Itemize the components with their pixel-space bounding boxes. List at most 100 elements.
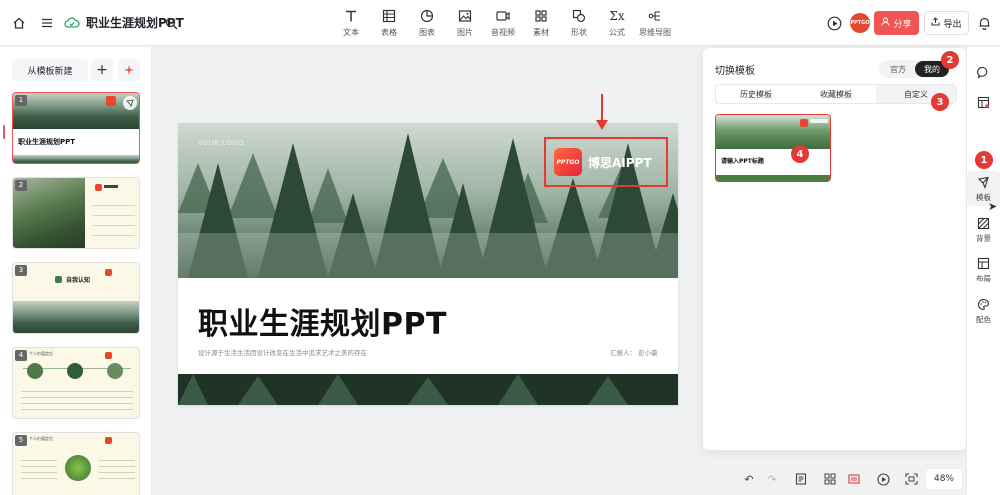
slide-thumbnail-3[interactable]: 3 自我认知 [12,262,140,334]
image-icon [457,8,473,24]
slide-title[interactable]: 职业生涯规划PPT [198,299,447,343]
sidebar-item-layout[interactable]: 布局 [967,255,1000,284]
step-badge-4: 4 [791,145,809,163]
thumbnail-circle-image [107,363,123,379]
thumbnail-title: 个人价值定位 [29,436,53,441]
mouse-cursor-icon: ➤ [988,200,998,213]
slide-list-panel: 从模板新建 + 1 职业生涯规划PPT 2 3 自我认知 4 个人价值定位 5 … [0,47,152,495]
tool-formula[interactable]: Σx 公式 [598,8,636,38]
shape-icon [571,8,587,24]
brand-logo: PPTGO [554,148,582,176]
active-slide-marker [3,125,5,139]
template-board-icon [976,94,992,110]
ai-generate-button[interactable] [118,59,140,81]
thumbnail-center-circle [65,455,91,481]
text-icon [343,8,359,24]
thumbnail-circle-image [67,363,83,379]
redo-icon[interactable]: ↷ [764,471,780,487]
slide-bottom-forest-image [178,374,678,405]
sidebar-item-color[interactable]: 配色 [967,296,1000,325]
mindmap-icon [647,8,663,24]
right-side-rail: 模板 背景 布局 配色 [966,47,1000,495]
step-badge-2: 2 [941,51,959,69]
current-slide[interactable]: YOUR LOGO PPTGO 博思AIPPT 职业生涯规划PPT 设计源于生活… [178,123,678,405]
add-slide-button[interactable]: + [91,59,113,81]
step-badge-1: 1 [975,151,993,169]
template-card[interactable]: 请输入PPT标题 [715,114,831,182]
assets-icon [533,8,549,24]
annotation-arrow-head [596,120,608,130]
home-icon[interactable] [10,14,28,32]
insert-toolbar: 文本 表格 图表 图片 音视频 素材 形状 Σx 公式 思维导图 [332,8,674,38]
play-icon[interactable] [875,471,891,487]
zoom-level[interactable]: 48% [926,469,962,489]
plus-icon: + [96,62,108,78]
template-icon[interactable] [123,96,137,110]
annotation-arrow [601,94,603,122]
thumbnail-title: 个人价值定位 [29,351,53,356]
editor-canvas: YOUR LOGO PPTGO 博思AIPPT 职业生涯规划PPT 设计源于生活… [153,47,700,495]
tool-text[interactable]: 文本 [332,8,370,38]
fit-screen-icon[interactable] [903,471,919,487]
grid-view-icon[interactable] [822,471,838,487]
export-button[interactable]: 导出 [924,11,969,35]
bell-icon[interactable] [975,14,993,32]
palette-icon [976,296,992,312]
sidebar-item-background[interactable]: 背景 [967,215,1000,244]
table-icon [381,8,397,24]
brand-name: 博思AIPPT [588,155,652,170]
thumbnail-circle-image [27,363,43,379]
tool-shape[interactable]: 形状 [560,8,598,38]
brand-logo-highlight[interactable]: PPTGO 博思AIPPT [544,137,668,187]
thumbnail-brand-logo [106,96,116,106]
comment-icon [976,64,992,80]
slide-thumbnail-5[interactable]: 5 个人价值定位 [12,432,140,495]
export-icon [931,17,940,29]
template-icon [976,174,992,190]
new-from-template-button[interactable]: 从模板新建 [12,59,88,81]
tab-favorites[interactable]: 收藏模板 [796,85,876,103]
slide-thumbnail-1[interactable]: 1 职业生涯规划PPT [12,92,140,164]
user-icon [881,17,890,29]
tool-image[interactable]: 图片 [446,8,484,38]
comment-button[interactable] [967,64,1000,80]
tool-chart[interactable]: 图表 [408,8,446,38]
video-icon [495,8,511,24]
thumbnail-forest-image [13,93,139,129]
cloud-icon [63,14,81,32]
thumbnail-forest-image [13,301,139,333]
share-button[interactable]: 分享 [874,11,919,35]
tool-assets[interactable]: 素材 [522,8,560,38]
undo-icon[interactable]: ↶ [741,471,757,487]
menu-icon[interactable] [38,14,56,32]
thumbnail-title: 自我认知 [66,277,91,284]
template-tabs: 历史模板 收藏模板 自定义 [715,84,957,104]
tool-mindmap[interactable]: 思维导图 [636,8,674,38]
notes-icon[interactable] [793,471,809,487]
formula-icon: Σx [609,9,625,23]
template-source-toggle: 官方 我的 [879,60,951,78]
step-badge-3: 3 [931,93,949,111]
thumbnail-content-lines [93,196,135,242]
tab-history[interactable]: 历史模板 [716,85,796,103]
tool-media[interactable]: 音视频 [484,8,522,38]
slide-thumbnail-2[interactable]: 2 [12,177,140,249]
avatar[interactable]: PPTGO [850,13,870,33]
slide-subtitle[interactable]: 设计源于生活生活因设计改变在生活中追求艺术之美的存在 [198,347,367,357]
sparkle-icon [123,61,135,80]
slide-thumbnail-4[interactable]: 4 个人价值定位 [12,347,140,419]
background-icon [976,215,992,231]
search-icon[interactable] [162,14,180,32]
layout-icon [976,255,992,271]
thumbnail-title: 职业生涯规划PPT [18,138,76,146]
panel-title: 切换模板 [715,66,755,77]
slide-reporter[interactable]: 汇报人： 彭小豪 [610,347,658,357]
segment-official[interactable]: 官方 [881,61,915,77]
template-card-title: 请输入PPT标题 [721,158,764,165]
template-board-button[interactable] [967,94,1000,110]
top-bar: 职业生涯规划PPT 文本 表格 图表 图片 音视频 素材 形状 Σx 公式 思维… [0,0,1000,46]
play-icon[interactable] [825,14,843,32]
switch-template-panel: 切换模板 官方 我的 历史模板 收藏模板 自定义 请输入PPT标题 [703,48,966,450]
slide-view-icon[interactable] [846,471,862,487]
tool-table[interactable]: 表格 [370,8,408,38]
